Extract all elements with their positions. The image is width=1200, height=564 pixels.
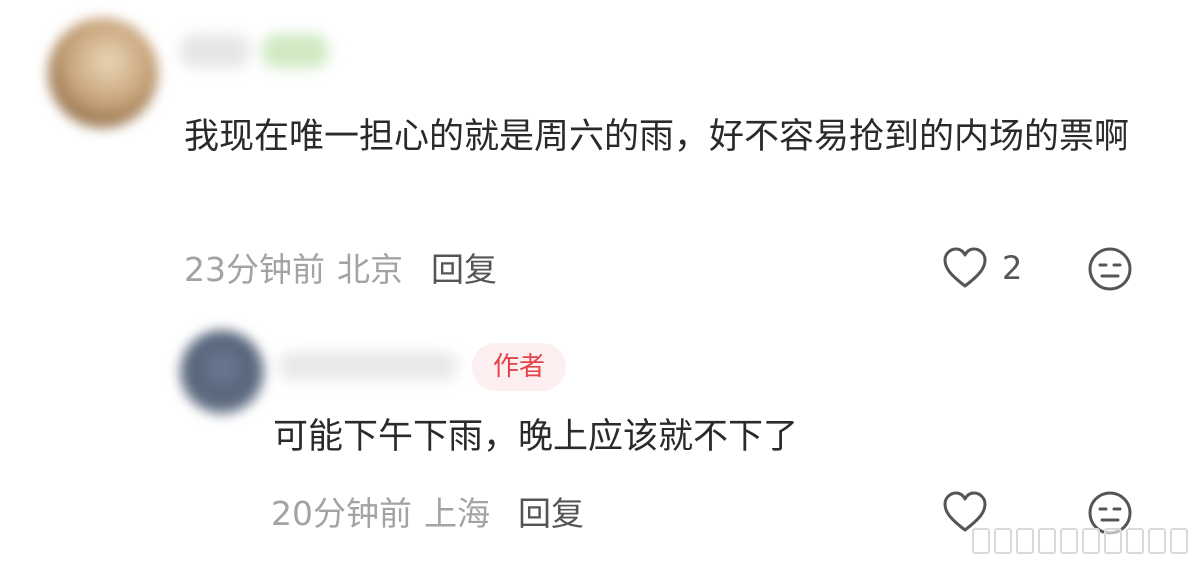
comment-location: 北京 — [337, 250, 403, 289]
reply-author-name-blurred[interactable] — [278, 352, 458, 380]
reply-time: 20分钟前 — [271, 494, 412, 533]
watermark-blocks — [972, 528, 1188, 554]
reply-text: 可能下午下雨，晚上应该就不下了 — [273, 417, 799, 457]
dislike-button[interactable] — [1087, 246, 1133, 292]
reply-button[interactable]: 回复 — [431, 248, 497, 292]
unhappy-face-icon — [1087, 246, 1133, 292]
reply-location: 上海 — [424, 494, 490, 533]
like-button[interactable]: 2 — [942, 246, 1022, 290]
reply-meta: 20分钟前 上海 回复 — [271, 492, 584, 536]
author-badge: 作者 — [472, 343, 566, 391]
like-count: 2 — [1002, 249, 1023, 287]
heart-outline-icon — [942, 246, 988, 290]
reply-to-reply-button[interactable]: 回复 — [518, 492, 584, 536]
commenter-avatar[interactable] — [48, 18, 158, 128]
comment-text: 我现在唯一担心的就是周六的雨，好不容易抢到的内场的票啊 — [184, 117, 1130, 157]
reply-author-avatar[interactable] — [180, 330, 264, 414]
comment-meta: 23分钟前 北京 回复 — [184, 248, 497, 292]
comment-time: 23分钟前 — [184, 250, 325, 289]
commenter-name-blurred[interactable] — [180, 34, 250, 68]
commenter-badge-blurred — [262, 34, 328, 68]
